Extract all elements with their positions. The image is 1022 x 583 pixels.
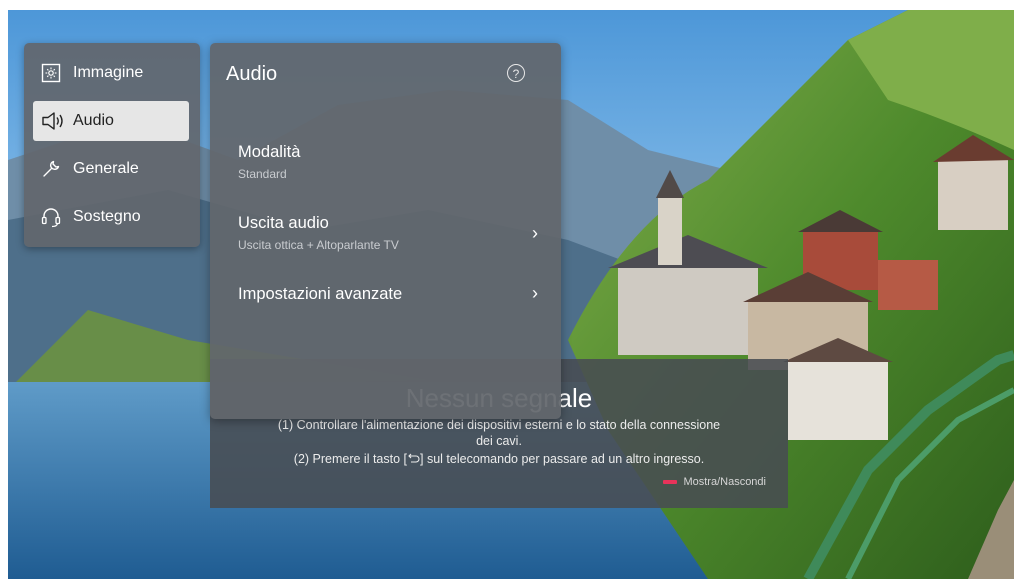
row-subtitle: Standard bbox=[238, 167, 287, 181]
chevron-right-icon: › bbox=[532, 283, 538, 303]
show-hide-toggle[interactable]: Mostra/Nascondi bbox=[663, 476, 766, 488]
toggle-label: Mostra/Nascondi bbox=[683, 476, 766, 488]
category-label: Sostegno bbox=[73, 208, 141, 225]
category-item-sostegno[interactable]: Sostegno bbox=[33, 197, 189, 237]
panel-title: Audio bbox=[226, 63, 278, 85]
category-label: Audio bbox=[73, 112, 114, 129]
menu-row-uscita-audio[interactable]: Uscita audio Uscita ottica + Altoparlant… bbox=[238, 214, 538, 252]
category-item-audio[interactable]: Audio bbox=[33, 101, 189, 141]
tv-screen: Immagine Audio Generale Sostegno Nessun … bbox=[8, 10, 1014, 579]
instruction-text: (2) Premere il tasto [ bbox=[293, 452, 408, 466]
category-item-generale[interactable]: Generale bbox=[33, 149, 189, 189]
row-subtitle: Uscita ottica + Altoparlante TV bbox=[238, 238, 399, 252]
wrench-icon bbox=[41, 158, 67, 180]
category-label: Immagine bbox=[73, 64, 144, 81]
no-signal-instruction-1: (1) Controllare l'alimentazione dei disp… bbox=[277, 418, 721, 432]
input-source-icon bbox=[407, 452, 420, 466]
row-title: Uscita audio bbox=[238, 214, 329, 232]
category-label: Generale bbox=[73, 160, 139, 177]
menu-row-modalita[interactable]: Modalità Standard bbox=[238, 143, 538, 181]
category-item-immagine[interactable]: Immagine bbox=[33, 53, 189, 93]
no-signal-instruction-2: (2) Premere il tasto [ ] sul telecomando … bbox=[230, 452, 768, 466]
row-title: Modalità bbox=[238, 143, 301, 161]
speaker-icon bbox=[41, 110, 67, 132]
no-signal-instruction-1-cont: dei cavi. bbox=[476, 434, 522, 448]
instruction-text-end: ] sul telecomando per passare ad un altr… bbox=[420, 452, 705, 466]
headset-icon bbox=[41, 206, 67, 228]
audio-settings-panel: Audio ? Modalità Standard Uscita audio U… bbox=[210, 43, 561, 419]
row-title: Impostazioni avanzate bbox=[238, 285, 403, 303]
red-button-indicator bbox=[663, 480, 678, 484]
help-icon[interactable]: ? bbox=[507, 64, 525, 82]
picture-settings-icon bbox=[41, 62, 67, 84]
settings-category-menu: Immagine Audio Generale Sostegno bbox=[24, 43, 200, 247]
chevron-right-icon: › bbox=[532, 223, 538, 243]
menu-row-impostazioni-avanzate[interactable]: Impostazioni avanzate › bbox=[238, 283, 538, 304]
